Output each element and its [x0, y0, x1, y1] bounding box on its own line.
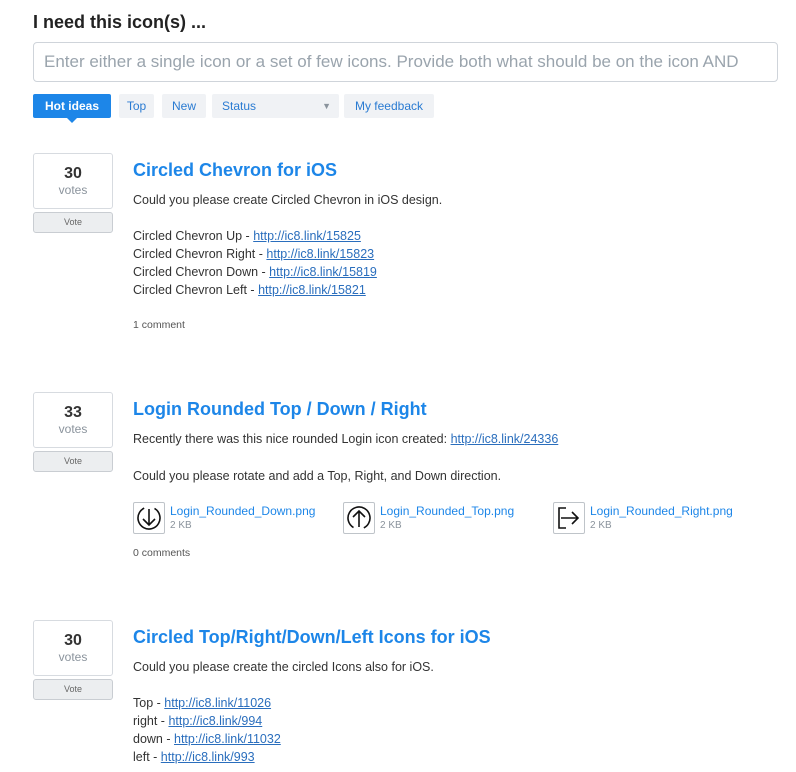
description-text: Recently there was this nice rounded Log… — [133, 432, 451, 446]
idea-link[interactable]: http://ic8.link/15823 — [266, 247, 374, 261]
arrow-right-icon — [553, 502, 585, 534]
line-text: Circled Chevron Down - — [133, 265, 270, 279]
idea-title[interactable]: Circled Chevron for iOS — [133, 160, 337, 181]
attachment-name[interactable]: Login_Rounded_Down.png — [170, 504, 315, 518]
idea-description: Could you please create Circled Chevron … — [133, 193, 443, 207]
line-text: Circled Chevron Left - — [133, 283, 259, 297]
attachment[interactable]: Login_Rounded_Top.png 2 KB — [343, 502, 543, 538]
attachment[interactable]: Login_Rounded_Right.png 2 KB — [553, 502, 763, 538]
arrow-up-icon — [343, 502, 375, 534]
attachment[interactable]: Login_Rounded_Down.png 2 KB — [133, 502, 333, 538]
line-text: down - — [133, 732, 174, 746]
comments-link[interactable]: 0 comments — [133, 547, 190, 559]
vote-count: 33 — [64, 404, 82, 421]
attachment-name[interactable]: Login_Rounded_Top.png — [380, 504, 514, 518]
vote-button[interactable]: Vote — [33, 451, 113, 472]
idea-link[interactable]: http://ic8.link/994 — [168, 714, 262, 728]
vote-button[interactable]: Vote — [33, 679, 113, 700]
idea-line: Circled Chevron Right - http://ic8.link/… — [133, 245, 374, 263]
idea-link[interactable]: http://ic8.link/11032 — [174, 732, 281, 746]
idea-link[interactable]: http://ic8.link/24336 — [451, 432, 559, 446]
line-text: right - — [133, 714, 169, 728]
tab-my-feedback[interactable]: My feedback — [344, 94, 434, 118]
arrow-down-icon — [133, 502, 165, 534]
page-heading: I need this icon(s) ... — [33, 12, 207, 32]
vote-count-box: 30 votes — [33, 620, 113, 676]
vote-count: 30 — [64, 165, 82, 182]
vote-count: 30 — [64, 632, 82, 649]
idea-description-second: Could you please rotate and add a Top, R… — [133, 469, 502, 483]
chevron-down-icon: ▼ — [322, 101, 331, 111]
idea-line: Circled Chevron Left - http://ic8.link/1… — [133, 281, 366, 299]
line-text: Circled Chevron Up - — [133, 229, 254, 243]
idea-link[interactable]: http://ic8.link/15819 — [269, 265, 377, 279]
line-text: Top - — [133, 696, 165, 710]
idea-link[interactable]: http://ic8.link/15821 — [258, 283, 366, 297]
tab-new[interactable]: New — [162, 94, 206, 118]
votes-label: votes — [58, 422, 88, 436]
idea-description: Recently there was this nice rounded Log… — [133, 430, 558, 448]
vote-count-box: 33 votes — [33, 392, 113, 448]
idea-line: Circled Chevron Up - http://ic8.link/158… — [133, 227, 361, 245]
idea-title[interactable]: Login Rounded Top / Down / Right — [133, 399, 427, 420]
attachment-size: 2 KB — [590, 520, 612, 531]
line-text: left - — [133, 750, 161, 764]
idea-link[interactable]: http://ic8.link/993 — [161, 750, 255, 764]
line-text: Circled Chevron Right - — [133, 247, 267, 261]
idea-line: left - http://ic8.link/993 — [133, 748, 255, 766]
vote-button[interactable]: Vote — [33, 212, 113, 233]
tab-top[interactable]: Top — [119, 94, 154, 118]
comments-link[interactable]: 1 comment — [133, 319, 185, 331]
vote-count-box: 30 votes — [33, 153, 113, 209]
attachment-size: 2 KB — [380, 520, 402, 531]
votes-label: votes — [58, 183, 88, 197]
idea-line: down - http://ic8.link/11032 — [133, 730, 281, 748]
attachment-name[interactable]: Login_Rounded_Right.png — [590, 504, 733, 518]
idea-title[interactable]: Circled Top/Right/Down/Left Icons for iO… — [133, 627, 491, 648]
idea-input[interactable] — [33, 42, 778, 82]
idea-link[interactable]: http://ic8.link/15825 — [253, 229, 361, 243]
idea-description: Could you please create the circled Icon… — [133, 660, 434, 674]
status-label: Status — [222, 99, 257, 113]
votes-label: votes — [58, 650, 88, 664]
idea-link[interactable]: http://ic8.link/11026 — [164, 696, 271, 710]
idea-line: right - http://ic8.link/994 — [133, 712, 262, 730]
idea-line: Circled Chevron Down - http://ic8.link/1… — [133, 263, 377, 281]
attachment-size: 2 KB — [170, 520, 192, 531]
tab-hot-ideas[interactable]: Hot ideas — [33, 94, 111, 123]
idea-line: Top - http://ic8.link/11026 — [133, 694, 271, 712]
status-dropdown[interactable]: Status ▼ — [212, 94, 339, 118]
